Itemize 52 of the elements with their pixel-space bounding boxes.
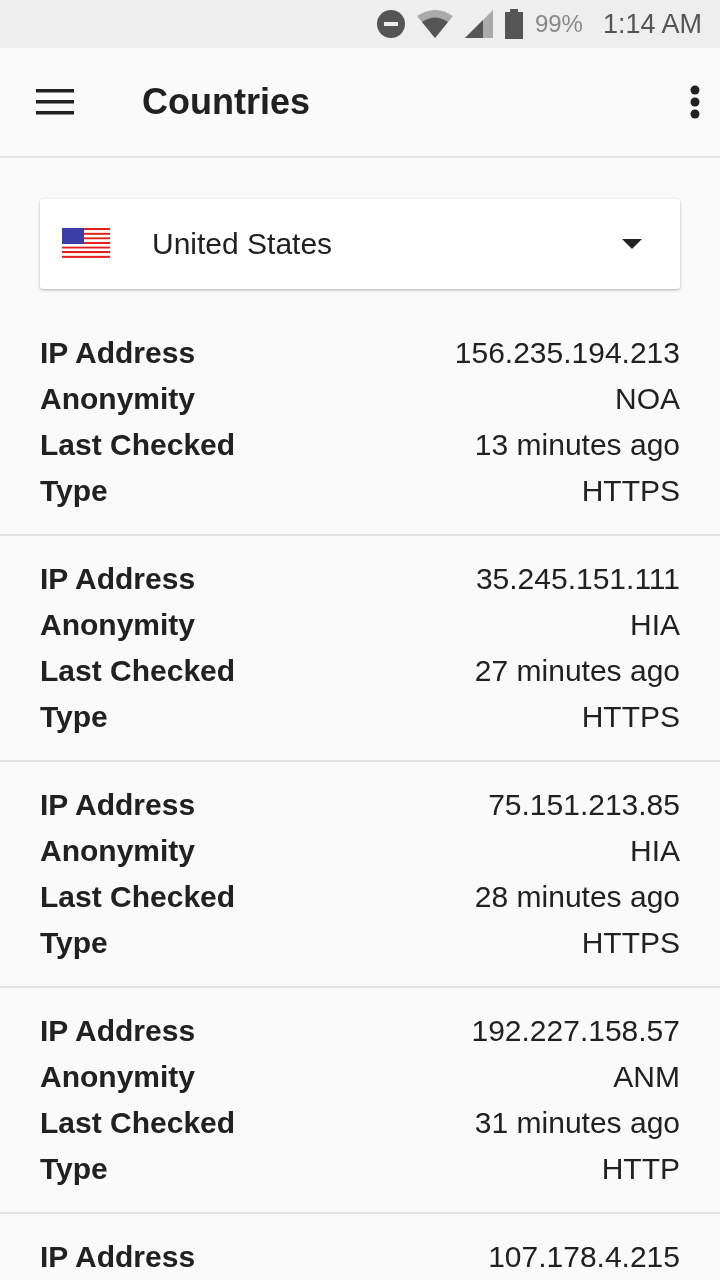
field-label: Anonymity bbox=[40, 1060, 195, 1094]
field-value: 31 minutes ago bbox=[474, 1106, 680, 1140]
screen-title: Countries bbox=[142, 81, 311, 123]
flag-icon bbox=[62, 228, 110, 260]
field-label: IP Address bbox=[40, 1014, 196, 1048]
proxy-entry[interactable]: IP Address 156.235.194.213 Anonymity NOA Last Checked 13 minutes ago Type HTTPS bbox=[0, 330, 720, 536]
field-label: Anonymity bbox=[40, 608, 195, 642]
wifi-icon bbox=[416, 10, 453, 38]
field-value: HTTP bbox=[601, 1152, 680, 1186]
field-value: 13 minutes ago bbox=[474, 428, 680, 462]
field-label: Last Checked bbox=[40, 654, 236, 688]
battery-icon bbox=[504, 9, 523, 39]
proxy-entry[interactable]: IP Address 192.227.158.57 Anonymity ANM Last Checked 31 minutes ago Type HTTP bbox=[0, 988, 720, 1214]
signal-icon bbox=[464, 10, 493, 38]
field-label: Type bbox=[40, 926, 108, 960]
field-label: Anonymity bbox=[40, 834, 195, 868]
field-value: NOA bbox=[615, 382, 680, 416]
battery-percentage: 99% bbox=[534, 10, 583, 38]
field-label: IP Address bbox=[40, 788, 196, 822]
do-not-disturb-icon bbox=[376, 10, 405, 38]
field-label: Type bbox=[40, 700, 108, 734]
field-value: HIA bbox=[630, 608, 680, 642]
field-label: Last Checked bbox=[40, 428, 236, 462]
field-value: 156.235.194.213 bbox=[454, 336, 680, 370]
field-label: Type bbox=[40, 1152, 108, 1186]
field-value: 27 minutes ago bbox=[474, 654, 680, 688]
field-label: Last Checked bbox=[40, 1106, 236, 1140]
field-label: IP Address bbox=[40, 562, 196, 596]
field-label: IP Address bbox=[40, 1240, 196, 1274]
field-value: 75.151.213.85 bbox=[488, 788, 680, 822]
field-label: Last Checked bbox=[40, 880, 236, 914]
country-dropdown[interactable]: United States bbox=[40, 199, 680, 289]
field-value: HTTPS bbox=[581, 474, 680, 508]
proxy-entry[interactable]: IP Address 107.178.4.215 bbox=[0, 1214, 720, 1280]
field-label: IP Address bbox=[40, 336, 196, 370]
dropdown-caret-icon bbox=[622, 239, 642, 249]
clock: 1:14 AM bbox=[602, 8, 702, 40]
proxy-entry[interactable]: IP Address 75.151.213.85 Anonymity HIA Last Checked 28 minutes ago Type HTTPS bbox=[0, 762, 720, 988]
field-value: 192.227.158.57 bbox=[471, 1014, 680, 1048]
field-value: 35.245.151.111 bbox=[475, 562, 680, 596]
field-value: HIA bbox=[630, 834, 680, 868]
field-value: HTTPS bbox=[581, 926, 680, 960]
field-value: 28 minutes ago bbox=[474, 880, 680, 914]
field-value: HTTPS bbox=[581, 700, 680, 734]
selected-country: United States bbox=[152, 227, 334, 261]
field-label: Type bbox=[40, 474, 108, 508]
field-value: 107.178.4.215 bbox=[488, 1240, 680, 1274]
more-options-icon[interactable] bbox=[690, 85, 700, 119]
field-value: ANM bbox=[613, 1060, 680, 1094]
field-label: Anonymity bbox=[40, 382, 195, 416]
menu-icon[interactable] bbox=[36, 89, 74, 115]
proxy-entry[interactable]: IP Address 35.245.151.111 Anonymity HIA Last Checked 27 minutes ago Type HTTPS bbox=[0, 536, 720, 762]
